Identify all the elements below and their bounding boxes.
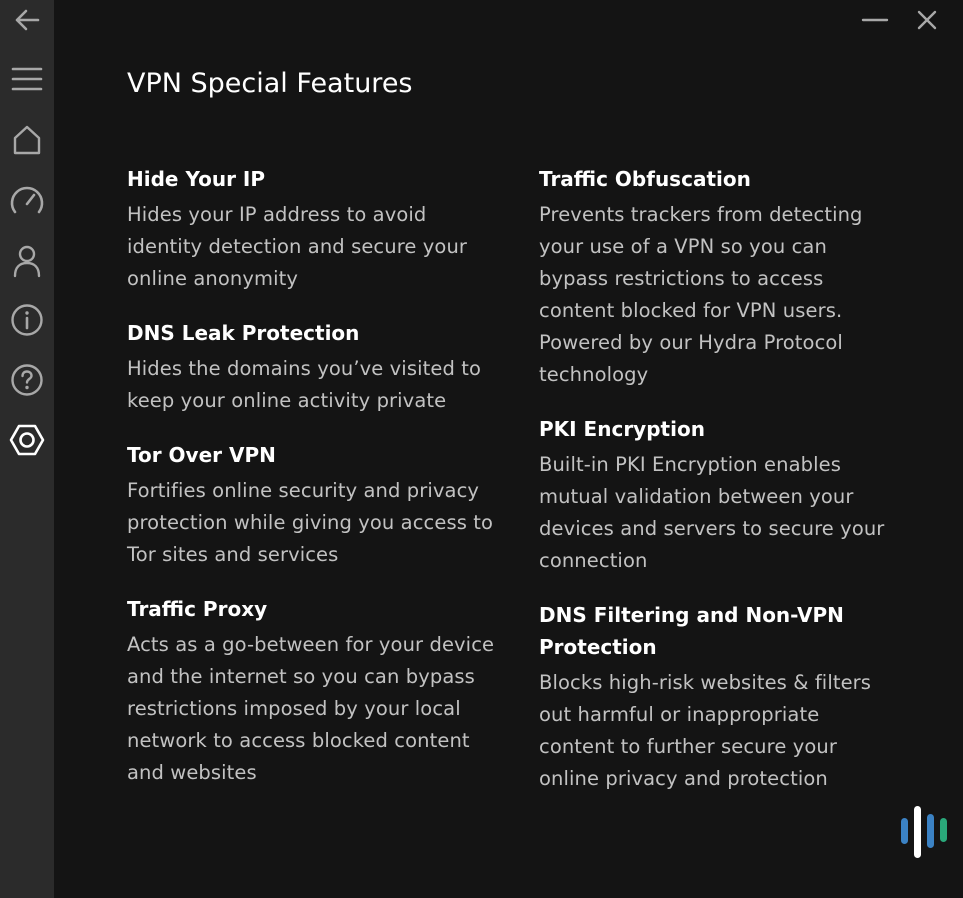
nav-home[interactable] xyxy=(0,116,54,164)
back-arrow-icon xyxy=(15,9,40,31)
nav-info[interactable] xyxy=(0,296,54,344)
menu-button[interactable] xyxy=(0,55,54,103)
feature-title: PKI Encryption xyxy=(539,417,705,441)
minimize-icon xyxy=(861,18,889,22)
minimize-button[interactable] xyxy=(857,4,893,36)
nav-speed-test[interactable] xyxy=(0,176,54,224)
feature-traffic-proxy: Traffic Proxy Acts as a go-between for y… xyxy=(127,593,507,789)
window-controls xyxy=(853,0,963,42)
feature-description: Prevents trackers from detecting your us… xyxy=(539,203,863,386)
sidebar xyxy=(0,0,54,898)
feature-dns-leak-protection: DNS Leak Protection Hides the domains yo… xyxy=(127,317,507,417)
feature-dns-filtering: DNS Filtering and Non-VPN Protection Blo… xyxy=(539,599,899,795)
close-icon xyxy=(917,10,937,30)
nav-help[interactable] xyxy=(0,356,54,404)
nav-settings[interactable] xyxy=(0,416,54,464)
home-icon xyxy=(13,125,41,155)
info-icon xyxy=(11,304,43,336)
feature-traffic-obfuscation: Traffic Obfuscation Prevents trackers fr… xyxy=(539,163,899,391)
feature-description: Fortifies online security and privacy pr… xyxy=(127,479,494,566)
feature-hide-your-ip: Hide Your IP Hides your IP address to av… xyxy=(127,163,507,295)
speedometer-icon xyxy=(10,186,44,214)
feature-title: Traffic Proxy xyxy=(127,597,268,621)
feature-pki-encryption: PKI Encryption Built-in PKI Encryption e… xyxy=(539,413,899,577)
close-button[interactable] xyxy=(909,4,945,36)
back-button[interactable] xyxy=(0,0,54,44)
nav-account[interactable] xyxy=(0,237,54,285)
app-window: VPN Special Features Hide Your IP Hides … xyxy=(0,0,963,898)
features-left-column: Hide Your IP Hides your IP address to av… xyxy=(127,163,507,811)
feature-tor-over-vpn: Tor Over VPN Fortifies online security a… xyxy=(127,439,507,571)
feature-description: Hides the domains you’ve visited to keep… xyxy=(127,357,481,412)
feature-title: Tor Over VPN xyxy=(127,443,276,467)
feature-description: Hides your IP address to avoid identity … xyxy=(127,203,468,290)
page-title: VPN Special Features xyxy=(127,68,413,99)
watermark-logo-icon xyxy=(901,806,947,858)
feature-title: DNS Filtering and Non-VPN Protection xyxy=(539,603,844,659)
feature-description: Built-in PKI Encryption enables mutual v… xyxy=(539,453,885,572)
hamburger-menu-icon xyxy=(11,67,43,91)
feature-description: Acts as a go-between for your device and… xyxy=(127,633,495,784)
feature-title: DNS Leak Protection xyxy=(127,321,360,345)
user-icon xyxy=(13,245,41,278)
features-right-column: Traffic Obfuscation Prevents trackers fr… xyxy=(539,163,899,817)
feature-title: Traffic Obfuscation xyxy=(539,167,751,191)
feature-description: Blocks high-risk websites & filters out … xyxy=(539,671,872,790)
settings-hexagon-icon xyxy=(9,424,45,456)
feature-title: Hide Your IP xyxy=(127,167,265,191)
help-icon xyxy=(11,364,43,396)
